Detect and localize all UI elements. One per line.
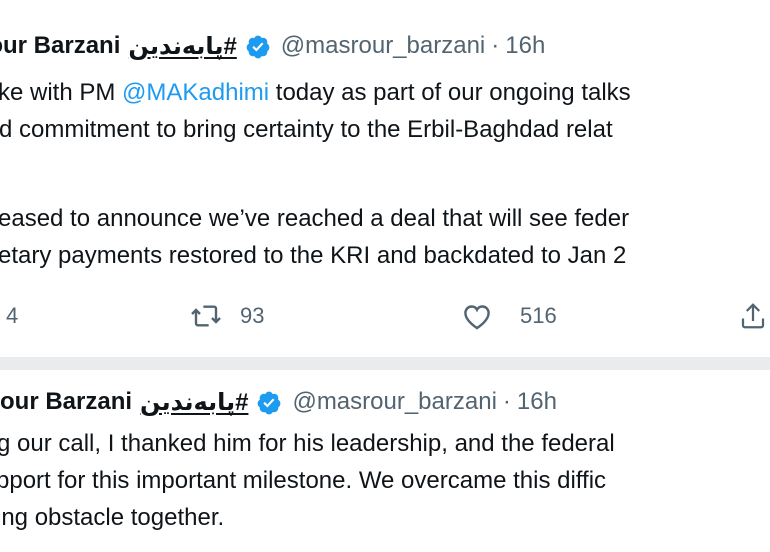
timestamp[interactable]: 16h — [517, 388, 557, 416]
separator-dot: · — [502, 388, 511, 415]
tweet-2-line-3: ing obstacle together. — [0, 504, 225, 531]
tweet-divider — [0, 357, 770, 370]
tweet-2-line-2: pport for this important milestone. We o… — [0, 467, 607, 494]
tweet-1-header: rour Barzani #پابەندین @masrour_barzani … — [0, 26, 545, 66]
timestamp[interactable]: 16h — [505, 32, 545, 60]
author-handle[interactable]: @masrour_barzani — [281, 32, 485, 60]
like-icon — [464, 305, 490, 330]
verified-badge-icon — [256, 390, 282, 416]
reply-button[interactable]: 4 — [0, 294, 18, 338]
separator-dot: · — [491, 32, 500, 59]
share-button[interactable] — [738, 294, 768, 338]
tweet-1-line-2: d commitment to bring certainty to the E… — [0, 116, 613, 143]
like-button[interactable]: 516 — [460, 294, 557, 338]
tweet-2-header: our Barzani #پابەندین @masrour_barzani ·… — [0, 382, 557, 422]
tweet-2-line-1: g our call, I thanked him for his leader… — [0, 430, 615, 457]
retweet-button[interactable]: 93 — [190, 294, 264, 338]
mention-link[interactable]: @MAKadhimi — [122, 79, 269, 106]
author-name[interactable]: our Barzani — [0, 388, 132, 416]
tweet-1-line-3: eased to announce we’ve reached a deal t… — [0, 205, 630, 232]
verified-badge-icon — [245, 34, 271, 60]
tweet-1-line-4: etary payments restored to the KRI and b… — [0, 242, 627, 269]
reply-count: 4 — [6, 303, 19, 328]
tweet-1-actions: 4 93 516 — [0, 294, 770, 338]
like-count: 516 — [520, 303, 557, 328]
tweet-1-line-1: ke with PM @MAKadhimi today as part of o… — [0, 79, 631, 106]
author-hashtag[interactable]: #پابەندین — [128, 32, 236, 61]
retweet-icon — [191, 305, 221, 327]
tweet-2-text: g our call, I thanked him for his leader… — [0, 425, 770, 536]
tweet-1-blank — [0, 148, 770, 200]
retweet-count: 93 — [240, 303, 265, 328]
share-icon — [741, 303, 765, 329]
author-handle[interactable]: @masrour_barzani — [292, 388, 496, 416]
author-name[interactable]: rour Barzani — [0, 32, 120, 60]
tweet-1-text: ke with PM @MAKadhimi today as part of o… — [0, 74, 770, 274]
author-hashtag[interactable]: #پابەندین — [140, 388, 248, 417]
